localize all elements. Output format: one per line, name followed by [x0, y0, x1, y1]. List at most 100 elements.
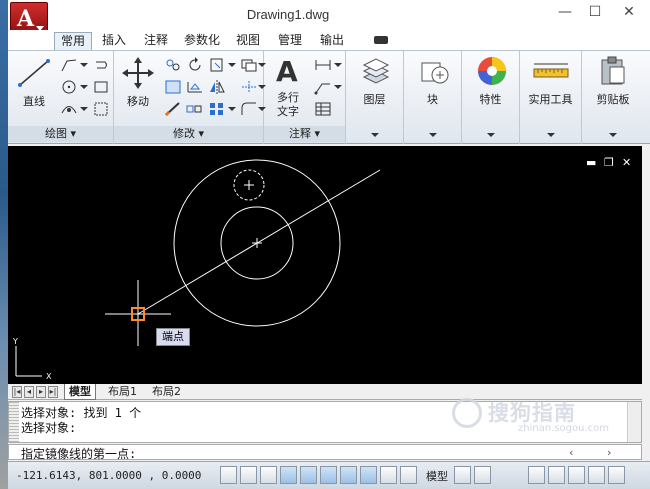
grid-display-button[interactable] — [260, 466, 277, 484]
first-layout-icon[interactable]: |◂ — [12, 386, 22, 398]
command-input[interactable]: 指定镜像线的第一点: ‹ › — [8, 444, 642, 461]
status-bar: -121.6143, 801.0000 , 0.0000 模型 — [8, 461, 650, 489]
minimize-button[interactable]: — — [548, 4, 582, 24]
rotate-icon[interactable] — [184, 55, 204, 73]
tab-annotate[interactable]: 注释 — [138, 32, 174, 50]
zoom-icon[interactable] — [548, 466, 565, 484]
chevron-down-icon[interactable] — [80, 85, 88, 89]
tab-home[interactable]: 常用 — [54, 32, 93, 50]
undo-arrow-icon[interactable] — [90, 55, 110, 73]
block-panel[interactable]: 块 — [404, 51, 462, 144]
tab-model[interactable]: 模型 — [64, 384, 96, 400]
layers-icon — [362, 58, 390, 84]
stretch-icon[interactable] — [162, 99, 182, 117]
tab-parametric[interactable]: 参数化 — [178, 32, 226, 50]
dynamic-ucs-button[interactable] — [380, 466, 397, 484]
command-prompt: 指定镜像线的第一点: — [21, 447, 137, 461]
infer-constraints-button[interactable] — [220, 466, 237, 484]
object-snap-tracking-button[interactable] — [360, 466, 377, 484]
quick-view-drawings-button[interactable] — [474, 466, 491, 484]
chevron-down-icon[interactable] — [80, 107, 88, 111]
fillet-icon[interactable] — [184, 77, 204, 95]
polar-tracking-button[interactable] — [300, 466, 317, 484]
close-button[interactable]: ✕ — [612, 4, 646, 24]
command-grip-handle[interactable] — [9, 402, 19, 442]
document-title: Drawing1.dwg — [246, 7, 330, 22]
hatch-icon[interactable] — [90, 99, 110, 117]
drawing-geometry: Y X — [12, 159, 381, 381]
tab-view[interactable]: 视图 — [230, 32, 266, 50]
chevron-down-icon[interactable] — [334, 85, 342, 89]
tab-output[interactable]: 输出 — [314, 32, 350, 50]
object-snap-button[interactable] — [320, 466, 337, 484]
annotation-panel-label[interactable]: 注释 ▾ — [264, 126, 345, 142]
properties-panel[interactable]: 特性 — [462, 51, 520, 144]
move-button[interactable]: 移动 — [120, 55, 156, 111]
chevron-down-icon[interactable] — [80, 63, 88, 67]
chevron-down-icon[interactable] — [487, 133, 495, 137]
dimension-icon[interactable] — [312, 55, 332, 73]
chevron-down-icon[interactable] — [609, 133, 617, 137]
tab-manage[interactable]: 管理 — [272, 32, 308, 50]
move-icon — [122, 57, 154, 89]
trim-icon[interactable] — [206, 55, 226, 73]
watermark-url: zhinan.sogou.com — [518, 423, 610, 434]
model-space-label[interactable]: 模型 — [426, 468, 448, 484]
measure-ruler-icon — [533, 63, 569, 78]
chevron-down-icon[interactable] — [371, 133, 379, 137]
fullscreen-icon[interactable] — [608, 466, 625, 484]
chevron-down-icon[interactable] — [429, 133, 437, 137]
leader-icon[interactable] — [312, 77, 332, 95]
dynamic-input-button[interactable] — [400, 466, 417, 484]
scale-icon[interactable] — [184, 99, 204, 117]
layer-panel[interactable]: 图层 — [346, 51, 404, 144]
multiline-text-button[interactable]: A 多行 文字 — [268, 55, 308, 118]
mirror-icon[interactable] — [162, 77, 182, 95]
properties-panel-label: 特性 — [479, 93, 502, 106]
draw-panel-label[interactable]: 绘图 ▾ — [8, 126, 113, 142]
command-history-line: 选择对象: — [21, 421, 77, 435]
next-layout-icon[interactable]: ▸ — [36, 386, 46, 398]
utilities-panel[interactable]: 实用工具 — [520, 51, 582, 144]
autocad-window: A Drawing1.dwg — ☐ ✕ 常用 插入 注释 参数化 视图 管理 … — [0, 0, 650, 489]
copy-icon[interactable] — [162, 55, 182, 73]
tab-layout2[interactable]: 布局2 — [148, 384, 185, 400]
pan-icon[interactable] — [528, 466, 545, 484]
coordinate-readout[interactable]: -121.6143, 801.0000 , 0.0000 — [16, 469, 201, 482]
scroll-left-icon[interactable]: ‹ — [569, 446, 573, 459]
polyline-icon[interactable] — [58, 55, 78, 73]
workspace-switch-icon[interactable] — [588, 466, 605, 484]
array-icon[interactable] — [206, 99, 226, 117]
arc-icon[interactable] — [58, 99, 78, 117]
3d-object-snap-button[interactable] — [340, 466, 357, 484]
ortho-mode-button[interactable] — [280, 466, 297, 484]
rectangle-icon[interactable] — [90, 77, 110, 95]
drawing-canvas[interactable]: ▬ ❐ ✕ Y X 端点 — [8, 146, 642, 384]
table-icon[interactable] — [312, 99, 332, 117]
snap-mode-button[interactable] — [240, 466, 257, 484]
ribbon: 直线 绘图 ▾ 移动 修改 ▾ A 多行 文字 注释 ▾ 图层 块 特性 实用工… — [8, 50, 650, 144]
clipboard-panel[interactable]: 剪贴板 — [582, 51, 644, 144]
modify-panel-label[interactable]: 修改 ▾ — [114, 126, 263, 142]
circle-icon[interactable] — [58, 77, 78, 95]
maximize-button[interactable]: ☐ — [578, 4, 612, 24]
chevron-down-icon[interactable] — [228, 107, 236, 111]
quick-view-layouts-button[interactable] — [454, 466, 471, 484]
prev-layout-icon[interactable]: ◂ — [24, 386, 34, 398]
chevron-down-icon[interactable] — [334, 63, 342, 67]
last-layout-icon[interactable]: ▸| — [48, 386, 58, 398]
scroll-right-icon[interactable]: › — [607, 446, 611, 459]
mirror-triangle-icon[interactable] — [206, 77, 226, 95]
clipboard-panel-label: 剪贴板 — [596, 93, 630, 106]
tab-insert[interactable]: 插入 — [96, 32, 132, 50]
line-button[interactable]: 直线 — [14, 55, 54, 111]
offset-icon[interactable] — [238, 99, 258, 117]
command-scrollbar[interactable] — [627, 402, 641, 442]
erase-icon[interactable] — [238, 55, 258, 73]
chevron-down-icon[interactable] — [228, 63, 236, 67]
ribbon-toggle-icon[interactable] — [374, 36, 388, 44]
explode-icon[interactable] — [238, 77, 258, 95]
chevron-down-icon[interactable] — [547, 133, 555, 137]
steering-wheel-icon[interactable] — [568, 466, 585, 484]
tab-layout1[interactable]: 布局1 — [104, 384, 141, 400]
